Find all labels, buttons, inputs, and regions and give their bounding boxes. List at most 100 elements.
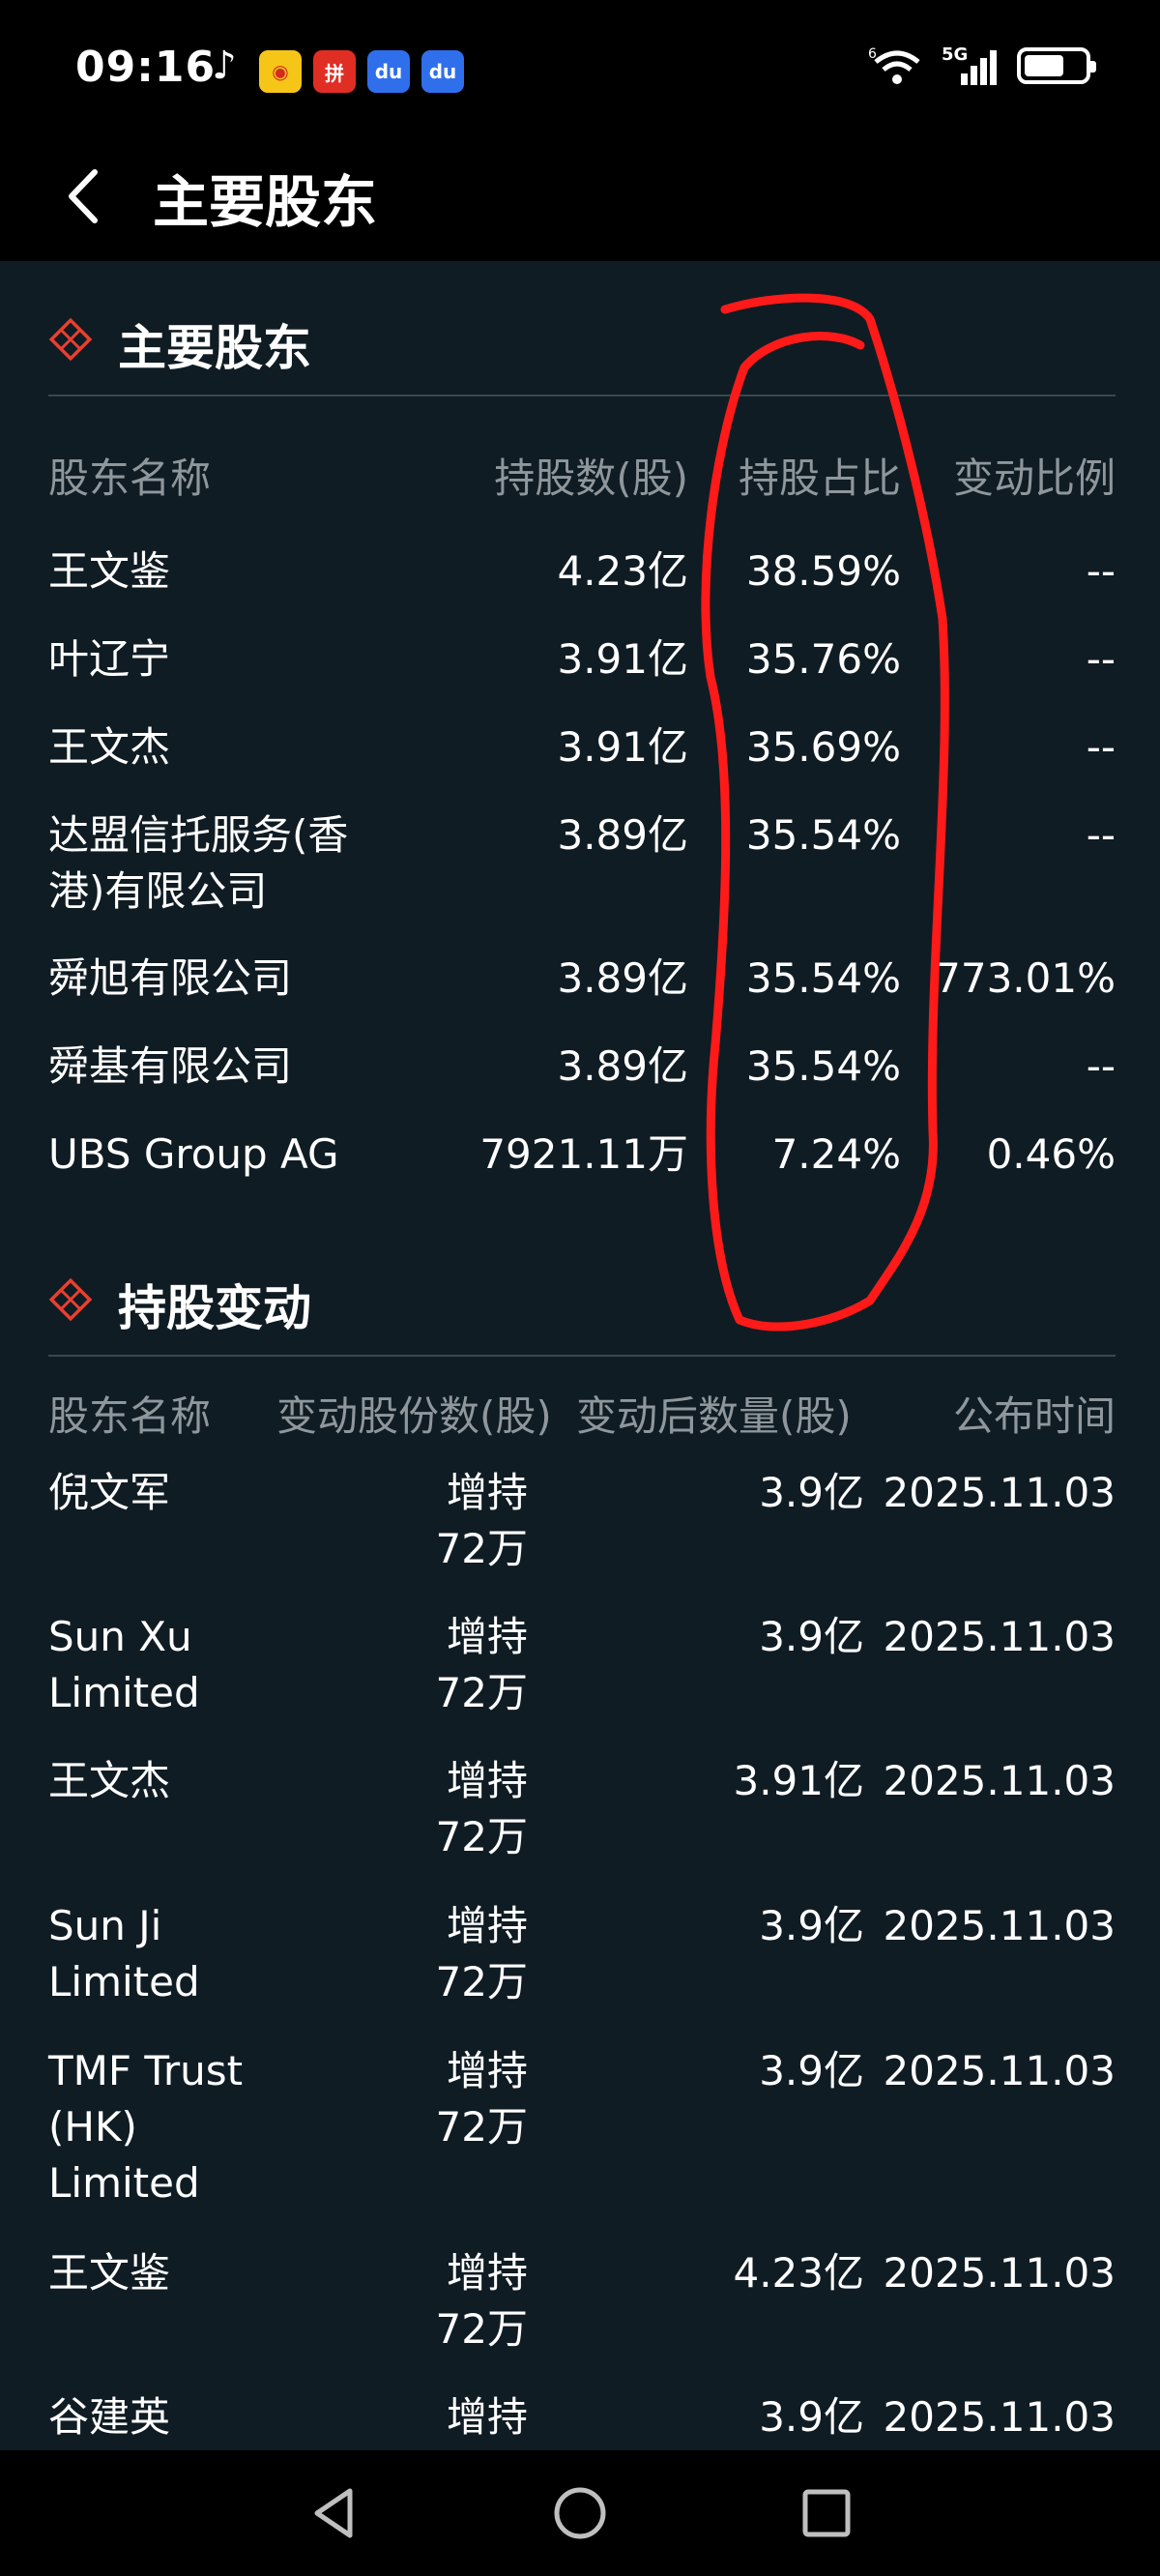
holder-change: --	[1086, 723, 1116, 771]
holder-shares: 3.89亿	[557, 811, 688, 859]
holder-shares: 7921.11万	[479, 1130, 688, 1178]
holder-name: 舜基有限公司	[48, 1042, 293, 1090]
col-header-date: 公布时间	[952, 1392, 1116, 1440]
change-holder-name: 倪文军	[48, 1465, 300, 1521]
holder-change: 773.01%	[935, 954, 1116, 1002]
holder-name-line: 达盟信托服务(香	[48, 811, 349, 859]
change-delta: 增持	[276, 2389, 528, 2445]
nav-recents-icon[interactable]	[793, 2479, 860, 2547]
holder-pct: 35.76%	[745, 635, 901, 683]
col-header-delta: 变动股份数(股)	[276, 1392, 552, 1440]
col-header-name: 股东名称	[48, 454, 212, 502]
holder-change: --	[1086, 1042, 1116, 1090]
system-navigation-bar	[0, 2450, 1160, 2576]
nav-home-icon[interactable]	[546, 2479, 614, 2547]
change-after: 3.9亿	[759, 2393, 864, 2441]
col-header-change: 变动比例	[952, 454, 1116, 502]
system-icons: 6 5G	[868, 44, 1096, 87]
change-after: 3.9亿	[759, 2047, 864, 2094]
delta-line: 72万	[435, 2305, 528, 2353]
delta-line: 增持	[446, 1613, 528, 1660]
change-delta: 增持 72万	[276, 1465, 528, 1577]
change-holder-name: 王文杰	[48, 1753, 300, 1809]
holder-pct: 35.54%	[745, 811, 901, 859]
change-date: 2025.11.03	[883, 2249, 1116, 2297]
section-title-changes: 持股变动	[118, 1280, 311, 1336]
name-line: Sun Ji	[48, 1902, 162, 1949]
delta-line: 72万	[435, 1813, 528, 1860]
delta-line: 72万	[435, 1669, 528, 1716]
signal-icon: 5G	[942, 44, 1000, 87]
tiktok-icon: ♪	[212, 44, 237, 88]
name-line: 倪文军	[48, 1469, 171, 1516]
holder-name-line: 港)有限公司	[48, 867, 268, 915]
name-line: Limited	[48, 1958, 200, 2005]
delta-line: 增持	[446, 1902, 528, 1949]
change-delta: 增持 72万	[276, 1609, 528, 1721]
holder-name: 叶辽宁	[48, 635, 171, 683]
wifi-icon: 6	[868, 46, 920, 84]
change-holder-name: TMF Trust (HK) Limited	[48, 2043, 300, 2211]
diamond-logo-icon	[48, 317, 93, 362]
change-after: 3.91亿	[733, 1757, 864, 1804]
col-header-pct: 持股占比	[738, 454, 901, 502]
section-title-holders: 主要股东	[118, 320, 311, 376]
holder-name: 王文鉴	[48, 547, 171, 595]
change-date: 2025.11.03	[883, 1613, 1116, 1660]
back-icon[interactable]	[56, 162, 114, 230]
diamond-logo-icon	[48, 1277, 93, 1322]
holder-shares: 3.91亿	[557, 723, 688, 771]
nav-back-icon[interactable]	[300, 2479, 367, 2547]
holder-shares: 4.23亿	[557, 547, 688, 595]
section-header-changes: 持股变动	[48, 1221, 1116, 1357]
delta-line: 增持	[446, 2249, 528, 2297]
pinduoduo-icon: 拼	[313, 50, 356, 93]
change-after: 3.9亿	[759, 1613, 864, 1660]
change-date: 2025.11.03	[883, 2393, 1116, 2441]
holder-pct: 7.24%	[771, 1130, 901, 1178]
top-app-bar: 主要股东	[0, 135, 1160, 261]
name-line: 王文杰	[48, 1757, 171, 1804]
delta-line: 72万	[435, 2103, 528, 2151]
name-line: Limited	[48, 2159, 200, 2207]
col-header-shares: 持股数(股)	[494, 454, 688, 502]
holder-pct: 35.54%	[745, 954, 901, 1002]
holder-pct: 35.54%	[745, 1042, 901, 1090]
main-content[interactable]: 主要股东 股东名称 持股数(股) 持股占比 变动比例 王文鉴 4.23亿 38.…	[0, 261, 1160, 2451]
name-line: 王文鉴	[48, 2249, 171, 2297]
change-holder-name: 王文鉴	[48, 2245, 300, 2301]
change-date: 2025.11.03	[883, 2047, 1116, 2094]
change-date: 2025.11.03	[883, 1902, 1116, 1949]
delta-line: 增持	[446, 1469, 528, 1516]
status-time: 09:16	[75, 43, 217, 92]
holder-change: --	[1086, 635, 1116, 683]
baidu-icon: du	[421, 50, 464, 93]
change-holder-name: 谷建英	[48, 2389, 300, 2445]
holder-shares: 3.89亿	[557, 1042, 688, 1090]
change-delta: 增持 72万	[276, 2043, 528, 2155]
change-date: 2025.11.03	[883, 1757, 1116, 1804]
delta-line: 72万	[435, 1958, 528, 2005]
change-holder-name: Sun Ji Limited	[48, 1898, 300, 2010]
name-line: Limited	[48, 1669, 200, 1716]
name-line: Sun Xu	[48, 1613, 192, 1660]
delta-line: 增持	[446, 2047, 528, 2094]
change-delta: 增持 72万	[276, 1898, 528, 2010]
holder-change: --	[1086, 547, 1116, 595]
holder-name: 达盟信托服务(香 港)有限公司	[48, 807, 416, 920]
change-after: 3.9亿	[759, 1469, 864, 1516]
change-date: 2025.11.03	[883, 1469, 1116, 1516]
section-header-holders: 主要股东	[48, 261, 1116, 396]
baidu-icon: du	[367, 50, 410, 93]
name-line: (HK)	[48, 2103, 137, 2151]
weibo-icon: ◉	[259, 50, 302, 93]
name-line: TMF Trust	[48, 2047, 244, 2094]
delta-line: 72万	[435, 1525, 528, 1572]
holder-change: --	[1086, 811, 1116, 859]
change-after: 3.9亿	[759, 1902, 864, 1949]
battery-icon	[1017, 47, 1096, 84]
change-holder-name: Sun Xu Limited	[48, 1609, 300, 1721]
holder-name: UBS Group AG	[48, 1130, 339, 1178]
col-header-name: 股东名称	[48, 1392, 212, 1440]
holder-shares: 3.91亿	[557, 635, 688, 683]
